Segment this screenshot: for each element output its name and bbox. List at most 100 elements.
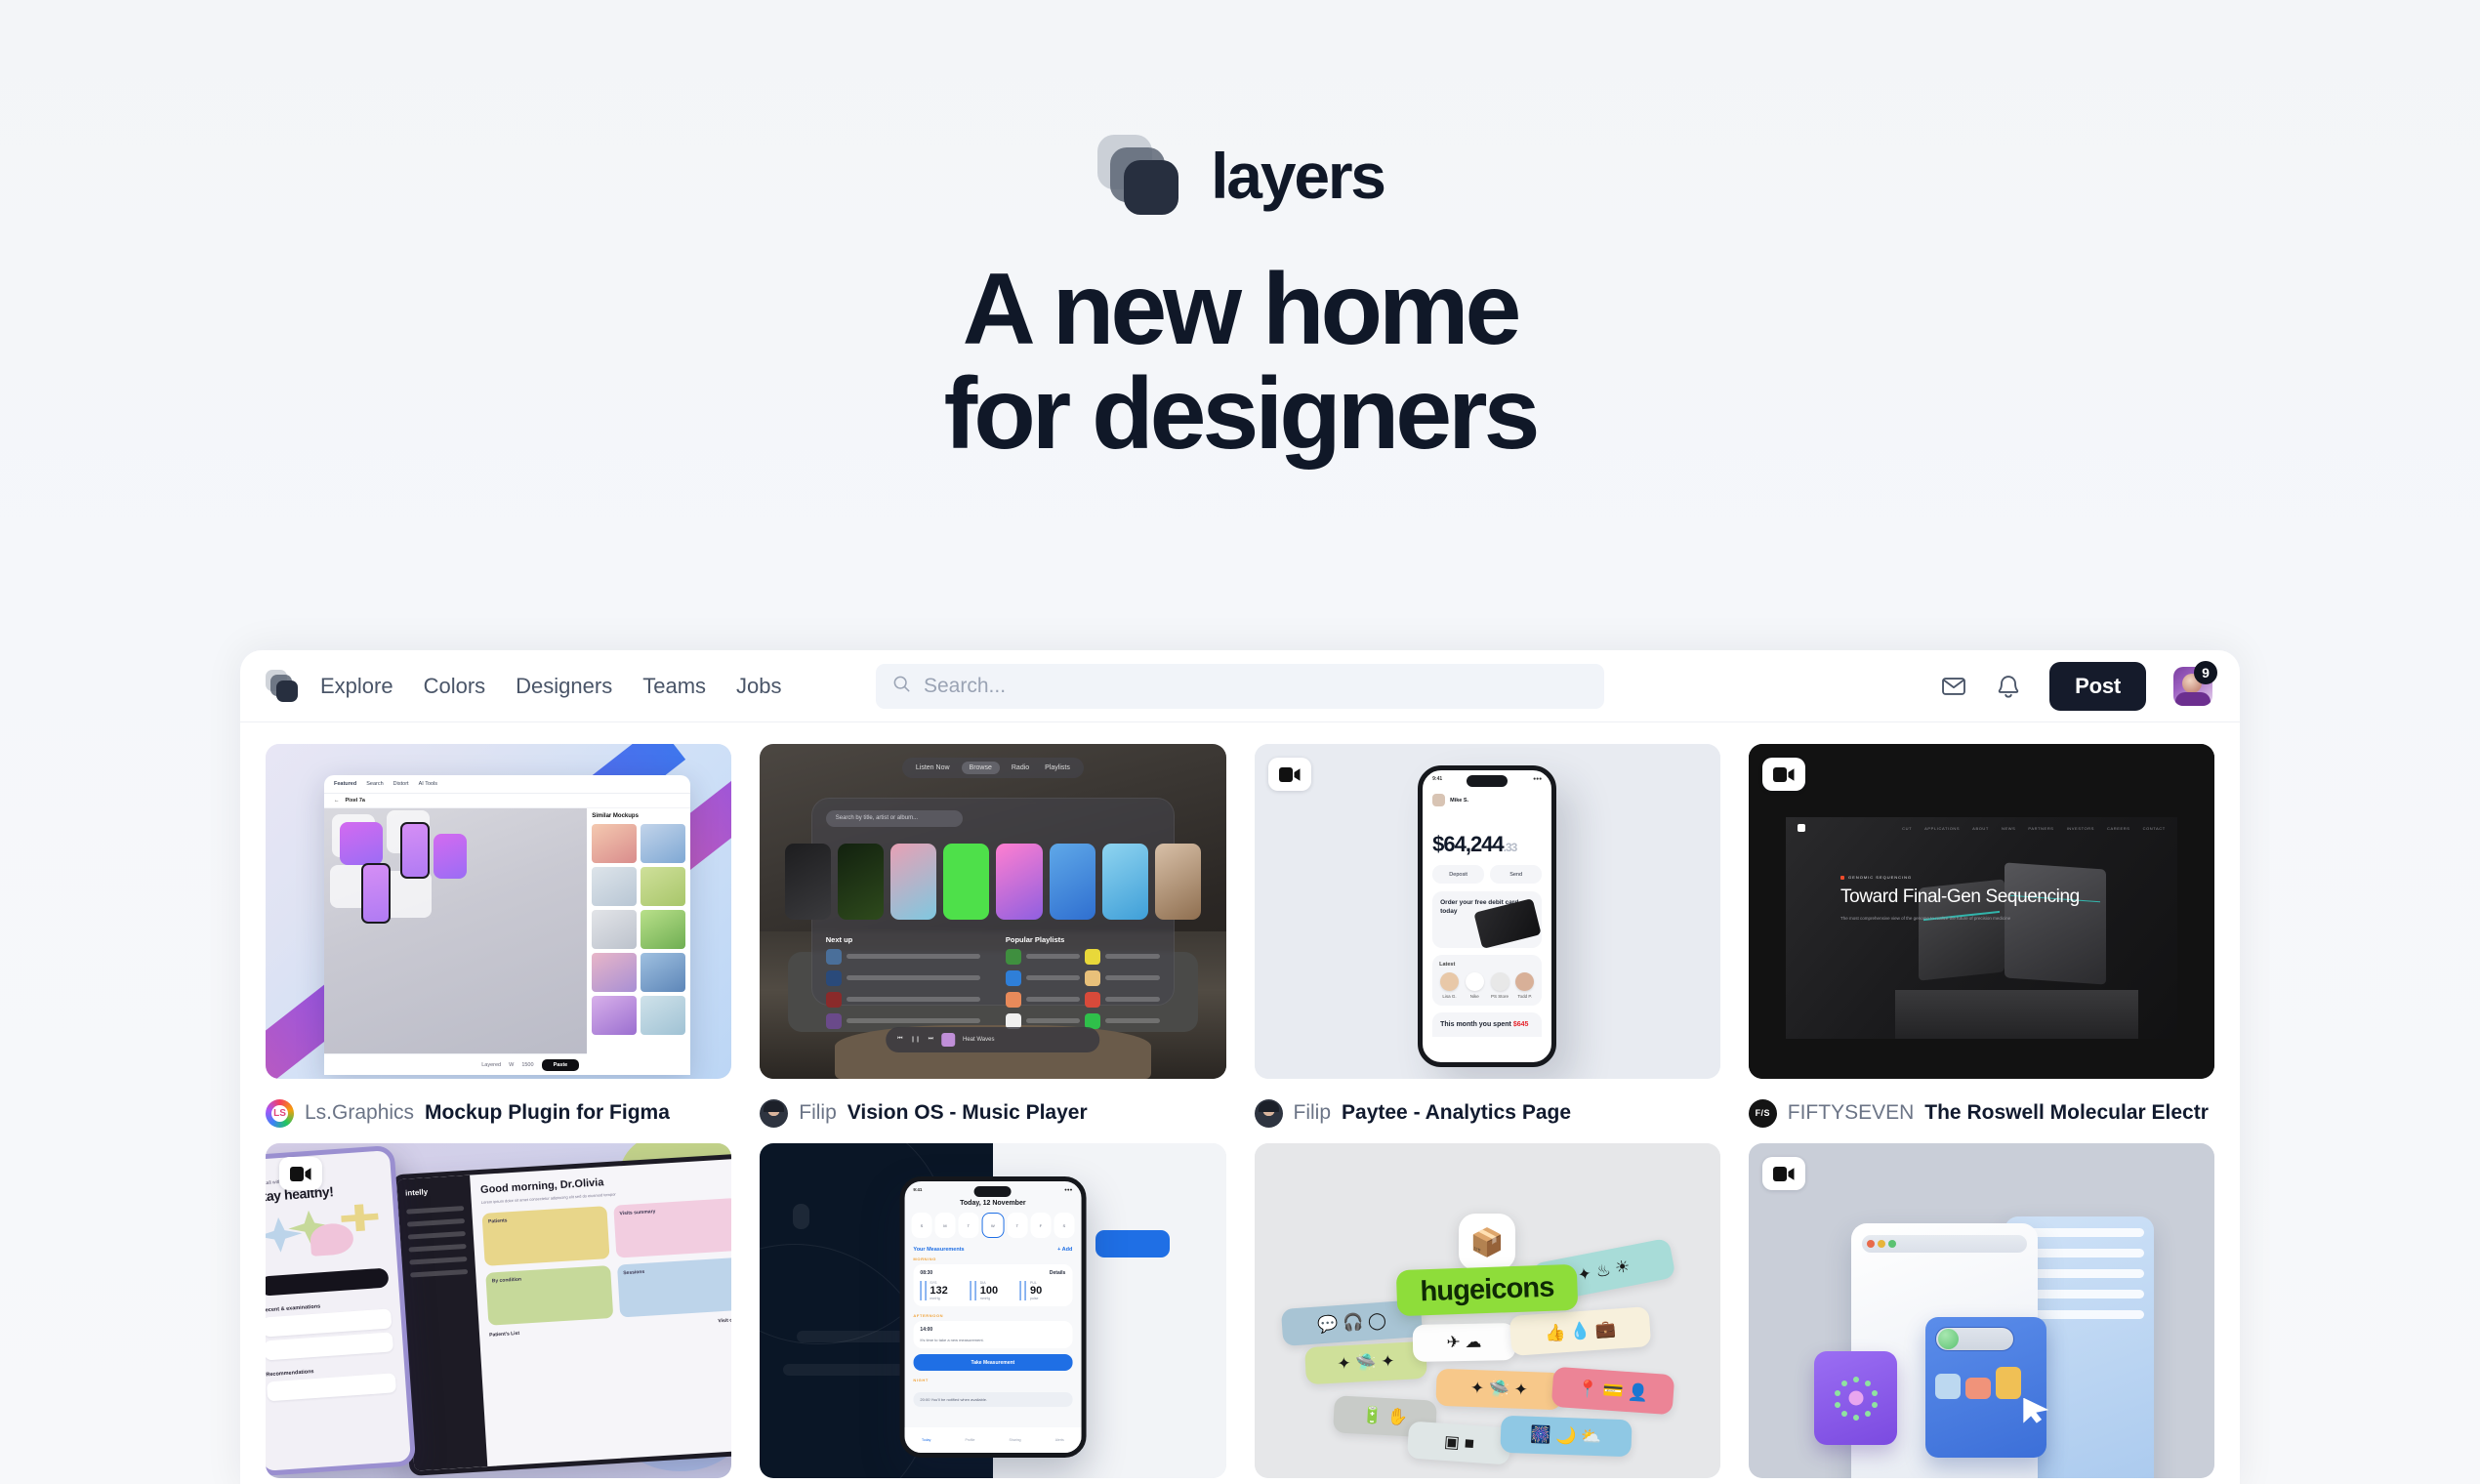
search-input[interactable] [924, 674, 1588, 698]
nav-link-jobs[interactable]: Jobs [736, 674, 781, 699]
brand-name: layers [1211, 140, 1386, 212]
art-tab-playlists: Playlists [1045, 763, 1070, 771]
art-weekday: S [1054, 1213, 1075, 1239]
icon-chip: ✈ ☁ [1412, 1323, 1516, 1362]
nav-link-teams[interactable]: Teams [642, 674, 706, 699]
video-camera-icon [1267, 758, 1311, 791]
filip-avatar[interactable] [760, 1098, 789, 1128]
shot-card[interactable]: CUT APPLICATIONS ABOUT NEWS PARTNERS INV… [1748, 744, 2214, 1143]
art-weekday-active: W [981, 1213, 1005, 1239]
shot-meta: Filip Paytee - Analytics Page [1254, 1079, 1720, 1143]
art-contact: PS Store [1490, 994, 1509, 999]
shot-title[interactable]: Paytee - Analytics Page [1342, 1101, 1571, 1125]
shot-meta [1749, 1478, 2214, 1484]
art-toolbar-aitools: AI Tools [418, 781, 438, 787]
shot-card[interactable]: intelly Good morning, Dr.Olivia Lorem ip… [266, 1143, 732, 1484]
mail-envelope-icon[interactable] [1940, 673, 1967, 700]
shot-card[interactable]: Listen Now Browse Radio Playlists Search… [760, 744, 1226, 1143]
shot-thumbnail[interactable]: Featured Search Distort AI Tools ← Pixel… [266, 744, 732, 1079]
shot-meta [266, 1478, 731, 1484]
art-night-time: 20:00 [920, 1397, 930, 1403]
art-app-name: intelly [405, 1186, 429, 1198]
intelly-health-artwork: intelly Good morning, Dr.Olivia Lorem ip… [266, 1143, 732, 1478]
art-headline: Toward Final-Gen Sequencing [1840, 886, 2080, 908]
shot-thumbnail[interactable]: 9:41 ●●● Mike S. $64,244.33 Deposit Send… [1254, 744, 1720, 1079]
notification-count-badge: 9 [2194, 660, 2217, 684]
art-weekday: T [1007, 1213, 1028, 1239]
art-metric-value: 90 [1025, 1285, 1065, 1298]
video-camera-icon [279, 1157, 322, 1190]
art-latest-label: Latest [1439, 962, 1456, 968]
shot-card[interactable]: 9:41 ●●● Mike S. $64,244.33 Deposit Send… [1254, 744, 1720, 1143]
shot-card[interactable]: Featured Search Distort AI Tools ← Pixel… [266, 744, 732, 1143]
art-weekday: S [911, 1213, 932, 1239]
search-icon [892, 675, 911, 698]
post-button[interactable]: Post [2049, 661, 2146, 711]
art-breadcrumb: Pixel 7a [345, 798, 366, 804]
art-contact: Lisa G. [1442, 994, 1457, 999]
art-nav-item: ABOUT [1972, 825, 1989, 831]
art-metric-unit: pulse [1025, 1297, 1065, 1301]
shot-thumbnail[interactable]: 💬 🎧 ◯ ✦ ♨ ☀ ✦ 🛸 ✦ ✈ ☁ 👍 💧 💼 ✦ 🛸 ✦ 📍 💳 👤 … [1254, 1143, 1720, 1478]
shot-thumbnail[interactable]: intelly Good morning, Dr.Olivia Lorem ip… [266, 1143, 732, 1478]
layers-stack-icon [1095, 135, 1185, 217]
shot-thumbnail[interactable]: 9:41 ●●● Today, 12 November S M T W T F [760, 1143, 1226, 1478]
shot-card[interactable]: 9:41 ●●● Today, 12 November S M T W T F [760, 1143, 1226, 1484]
nav-link-explore[interactable]: Explore [320, 674, 393, 699]
art-tab-alerts: Alerts [1054, 1438, 1064, 1443]
fiftyseven-avatar[interactable]: F/S [1748, 1098, 1777, 1128]
nav-links: Explore Colors Designers Teams Jobs [320, 674, 782, 699]
layers-stack-icon[interactable] [266, 669, 299, 703]
navbar: Explore Colors Designers Teams Jobs Sear… [240, 650, 2240, 722]
filip-avatar[interactable] [1254, 1098, 1283, 1128]
art-section-popular-playlists: Popular Playlists [1005, 934, 1065, 944]
avatar[interactable]: 9 [2173, 660, 2217, 706]
art-add-button: + Add [1057, 1247, 1073, 1254]
shot-author[interactable]: Ls.Graphics [305, 1101, 414, 1125]
art-card-by-condition: By condition [485, 1264, 614, 1326]
search-bar[interactable] [876, 663, 1604, 709]
shot-meta [760, 1478, 1225, 1484]
shot-title[interactable]: Mockup Plugin for Figma [425, 1101, 670, 1125]
hugeicons-wordmark: hugeicons [1395, 1263, 1579, 1317]
art-footer-paste-button: Paste [541, 1058, 580, 1071]
art-tab-sharing: Sharing [1009, 1438, 1021, 1443]
shot-card[interactable] [1748, 1143, 2214, 1484]
art-toolbar-distort: Distort [393, 781, 409, 787]
shot-meta: F/S FIFTYSEVEN The Roswell Molecular Ele… [1748, 1079, 2214, 1143]
shot-thumbnail[interactable]: Listen Now Browse Radio Playlists Search… [760, 744, 1226, 1079]
art-visit-details-title: Visit details [718, 1317, 732, 1325]
icon-chip: 📍 💳 👤 [1550, 1366, 1675, 1416]
icon-chip: ✦ 🛸 ✦ [1435, 1368, 1563, 1411]
art-spent-amount: $645 [1512, 1021, 1529, 1028]
shot-card[interactable]: 💬 🎧 ◯ ✦ ♨ ☀ ✦ 🛸 ✦ ✈ ☁ 👍 💧 💼 ✦ 🛸 ✦ 📍 💳 👤 … [1254, 1143, 1720, 1484]
paytee-analytics-artwork: 9:41 ●●● Mike S. $64,244.33 Deposit Send… [1254, 744, 1720, 1079]
shot-author[interactable]: FIFTYSEVEN [1788, 1101, 1915, 1125]
art-morning-time: 08:30 [920, 1270, 933, 1277]
art-user-name: Mike S. [1450, 797, 1469, 804]
shot-title[interactable]: Vision OS - Music Player [847, 1101, 1088, 1125]
nav-link-colors[interactable]: Colors [424, 674, 486, 699]
art-tab-today: Today [921, 1438, 931, 1443]
figma-plugin-artwork: Featured Search Distort AI Tools ← Pixel… [266, 744, 732, 1079]
art-metric-value: 100 [974, 1285, 1015, 1298]
sequencing-site-artwork: CUT APPLICATIONS ABOUT NEWS PARTNERS INV… [1748, 744, 2214, 1079]
shot-meta: LS Ls.Graphics Mockup Plugin for Figma [266, 1079, 731, 1143]
art-now-playing-track: Heat Waves [962, 1036, 995, 1043]
nav-link-designers[interactable]: Designers [516, 674, 612, 699]
shot-author[interactable]: Filip [1294, 1101, 1332, 1125]
shot-thumbnail[interactable] [1748, 1143, 2214, 1478]
shot-author[interactable]: Filip [799, 1101, 837, 1125]
art-panel-title: Similar Mockups [592, 813, 639, 819]
shot-title[interactable]: The Roswell Molecular Electr [1924, 1101, 2209, 1125]
art-footer-layered: Layered [481, 1061, 502, 1068]
art-metric-value: 132 [925, 1285, 965, 1298]
shot-thumbnail[interactable]: CUT APPLICATIONS ABOUT NEWS PARTNERS INV… [1748, 744, 2214, 1079]
art-nav-item: CAREERS [2107, 825, 2130, 831]
art-back-arrow-icon: ← [334, 798, 340, 804]
art-metric-unit: mmHg [925, 1297, 965, 1301]
notification-bell-icon[interactable] [1995, 673, 2022, 700]
lsgraphics-avatar[interactable]: LS [266, 1098, 294, 1128]
art-footer-width-value: 1500 [521, 1061, 534, 1068]
icon-chip: ▣ ■ [1406, 1421, 1512, 1465]
